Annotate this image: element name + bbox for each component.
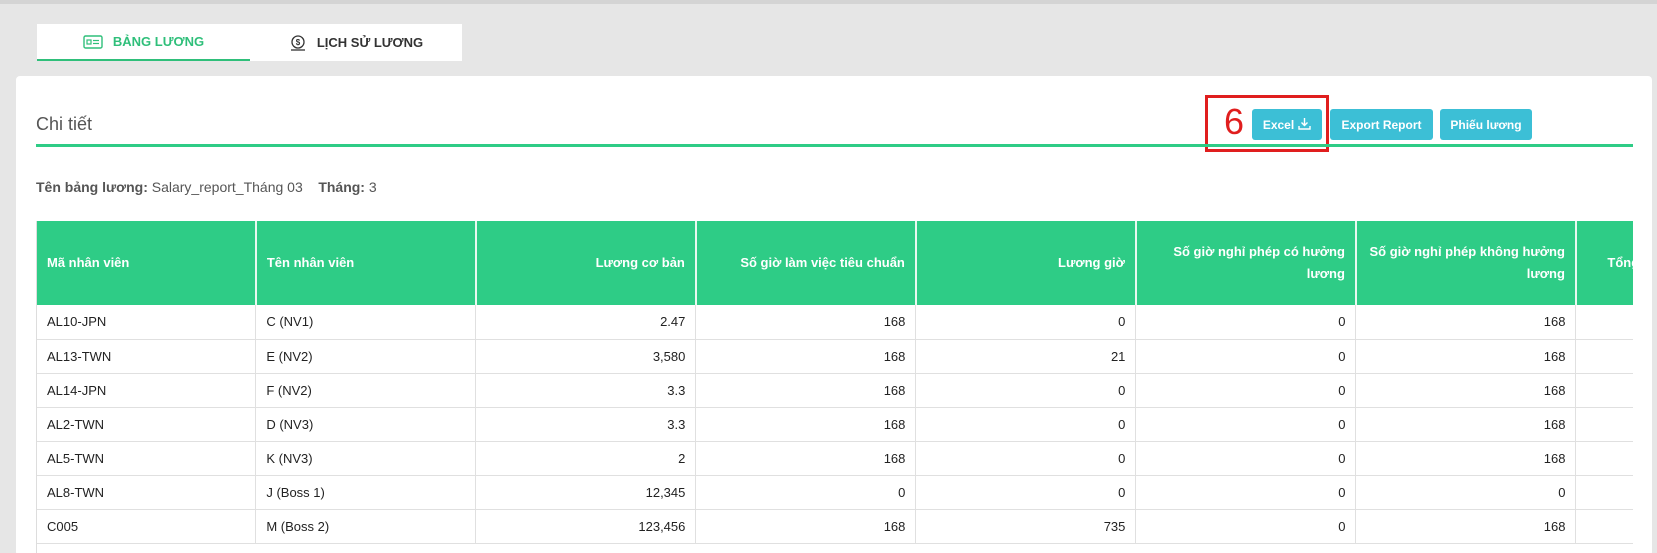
salary-name-label: Tên bảng lương:	[36, 179, 148, 195]
table-header-row: Mã nhân viên Tên nhân viên Lương cơ bản …	[37, 221, 1633, 305]
cell-ten-nhan-vien: M (Boss 2)	[255, 509, 477, 544]
col-header-so-gio-tieu-chuan[interactable]: Số giờ làm việc tiêu chuẩn	[695, 221, 917, 305]
cell-ma-nhan-vien: AL8-TWN	[37, 475, 257, 510]
cell-luong-co-ban: 3.3	[475, 373, 697, 408]
money-history-icon: $	[289, 34, 307, 52]
table-row[interactable]: AL13-TWNE (NV2)3,580168210168168	[37, 339, 1633, 374]
cell-tong-gio-thuc-te: 168	[1575, 339, 1633, 374]
cell-tong-gio-thuc-te	[1575, 475, 1633, 510]
cell-luong-gio: 21	[915, 339, 1137, 374]
salary-table: Mã nhân viên Tên nhân viên Lương cơ bản …	[37, 221, 1633, 544]
cell-tong-gio-thuc-te: 168	[1575, 373, 1633, 408]
salary-info: Tên bảng lương: Salary_report_Tháng 03 T…	[36, 179, 377, 195]
table-row[interactable]: AL5-TWNK (NV3)216800168168	[37, 441, 1633, 476]
top-strip	[0, 0, 1657, 4]
cell-luong-co-ban: 3,580	[475, 339, 697, 374]
cell-so-gio-tieu-chuan: 0	[695, 475, 917, 510]
detail-card: Chi tiết Excel Export Report Phiếu lương…	[16, 76, 1652, 553]
col-header-nghi-phep-co-luong[interactable]: Số giờ nghỉ phép có hưởng lương	[1135, 221, 1357, 305]
cell-ten-nhan-vien: C (NV1)	[255, 305, 477, 340]
export-report-label: Export Report	[1341, 117, 1422, 132]
cell-luong-gio: 735	[915, 509, 1137, 544]
col-header-ma-nhan-vien[interactable]: Mã nhân viên	[37, 221, 257, 305]
cell-nghi-phep-khong-luong: 168	[1355, 339, 1577, 374]
cell-tong-gio-thuc-te: 168	[1575, 441, 1633, 476]
cell-nghi-phep-co-luong: 0	[1135, 509, 1357, 544]
cell-tong-gio-thuc-te: 168	[1575, 305, 1633, 340]
cell-so-gio-tieu-chuan: 168	[695, 373, 917, 408]
cell-nghi-phep-khong-luong: 168	[1355, 407, 1577, 442]
cell-so-gio-tieu-chuan: 168	[695, 509, 917, 544]
table-row[interactable]: AL10-JPNC (NV1)2.4716800168168	[37, 305, 1633, 340]
cell-ten-nhan-vien: J (Boss 1)	[255, 475, 477, 510]
svg-text:$: $	[296, 38, 301, 47]
cell-luong-co-ban: 3.3	[475, 407, 697, 442]
cell-nghi-phep-khong-luong: 168	[1355, 509, 1577, 544]
cell-so-gio-tieu-chuan: 168	[695, 305, 917, 340]
export-report-button[interactable]: Export Report	[1330, 109, 1433, 140]
cell-luong-gio: 0	[915, 407, 1137, 442]
cell-ten-nhan-vien: K (NV3)	[255, 441, 477, 476]
col-header-ten-nhan-vien[interactable]: Tên nhân viên	[255, 221, 477, 305]
table-row[interactable]: AL8-TWN J (Boss 1) 12,345 0 0 0 0	[37, 475, 1633, 510]
cell-luong-gio: 0	[915, 305, 1137, 340]
cell-tong-gio-thuc-te: 168	[1575, 509, 1633, 544]
cell-ma-nhan-vien: AL14-JPN	[37, 373, 257, 408]
cell-luong-co-ban: 2.47	[475, 305, 697, 340]
salary-table-container[interactable]: Mã nhân viên Tên nhân viên Lương cơ bản …	[36, 221, 1633, 553]
tab-label: LỊCH SỬ LƯƠNG	[316, 35, 424, 50]
cell-so-gio-tieu-chuan: 168	[695, 407, 917, 442]
cell-nghi-phep-co-luong: 0	[1135, 475, 1357, 510]
cell-ma-nhan-vien: AL5-TWN	[37, 441, 257, 476]
tab-lich-su-luong[interactable]: $ LỊCH SỬ LƯƠNG	[250, 24, 462, 61]
cell-luong-co-ban: 12,345	[475, 475, 697, 510]
month-value: 3	[368, 179, 377, 195]
month-label: Tháng:	[318, 179, 365, 195]
tab-label: BẢNG LƯƠNG	[112, 34, 205, 49]
salary-card-icon	[83, 34, 103, 49]
cell-so-gio-tieu-chuan: 168	[695, 339, 917, 374]
tab-bar: BẢNG LƯƠNG $ LỊCH SỬ LƯƠNG	[37, 24, 462, 61]
card-title: Chi tiết	[36, 114, 93, 134]
cell-ten-nhan-vien: F (NV2)	[255, 373, 477, 408]
cell-luong-gio: 0	[915, 373, 1137, 408]
col-header-luong-gio[interactable]: Lương giờ	[915, 221, 1137, 305]
salary-name-value: Salary_report_Tháng 03	[151, 179, 303, 195]
cell-ma-nhan-vien: AL13-TWN	[37, 339, 257, 374]
cell-tong-gio-thuc-te: 168	[1575, 407, 1633, 442]
title-divider	[36, 144, 1633, 147]
table-row[interactable]: AL14-JPNF (NV2)3.316800168168	[37, 373, 1633, 408]
cell-ma-nhan-vien: AL2-TWN	[37, 407, 257, 442]
annotation-number: 6	[1224, 101, 1245, 142]
phieu-luong-label: Phiếu lương	[1450, 117, 1522, 132]
cell-luong-gio: 0	[915, 441, 1137, 476]
cell-ma-nhan-vien: AL10-JPN	[37, 305, 257, 340]
cell-nghi-phep-co-luong: 0	[1135, 373, 1357, 408]
col-header-tong-gio-thuc-te[interactable]: Tổng số giờ làm việc thực tế	[1575, 221, 1633, 305]
cell-nghi-phep-khong-luong: 168	[1355, 373, 1577, 408]
cell-nghi-phep-co-luong: 0	[1135, 305, 1357, 340]
table-row[interactable]: C005M (Boss 2)123,4561687350168168	[37, 509, 1633, 544]
table-row[interactable]: AL2-TWND (NV3)3.316800168168	[37, 407, 1633, 442]
cell-luong-gio: 0	[915, 475, 1137, 510]
cell-ten-nhan-vien: D (NV3)	[255, 407, 477, 442]
cell-ten-nhan-vien: E (NV2)	[255, 339, 477, 374]
col-header-luong-co-ban[interactable]: Lương cơ bản	[475, 221, 697, 305]
cell-nghi-phep-co-luong: 0	[1135, 339, 1357, 374]
cell-ma-nhan-vien: C005	[37, 509, 257, 544]
tab-bang-luong[interactable]: BẢNG LƯƠNG	[37, 24, 250, 61]
cell-nghi-phep-khong-luong: 0	[1355, 475, 1577, 510]
phieu-luong-button[interactable]: Phiếu lương	[1440, 109, 1532, 140]
cell-nghi-phep-khong-luong: 168	[1355, 305, 1577, 340]
cell-nghi-phep-co-luong: 0	[1135, 441, 1357, 476]
cell-so-gio-tieu-chuan: 168	[695, 441, 917, 476]
cell-nghi-phep-khong-luong: 168	[1355, 441, 1577, 476]
cell-nghi-phep-co-luong: 0	[1135, 407, 1357, 442]
col-header-nghi-phep-khong-luong[interactable]: Số giờ nghỉ phép không hưởng lương	[1355, 221, 1577, 305]
cell-luong-co-ban: 2	[475, 441, 697, 476]
cell-luong-co-ban: 123,456	[475, 509, 697, 544]
